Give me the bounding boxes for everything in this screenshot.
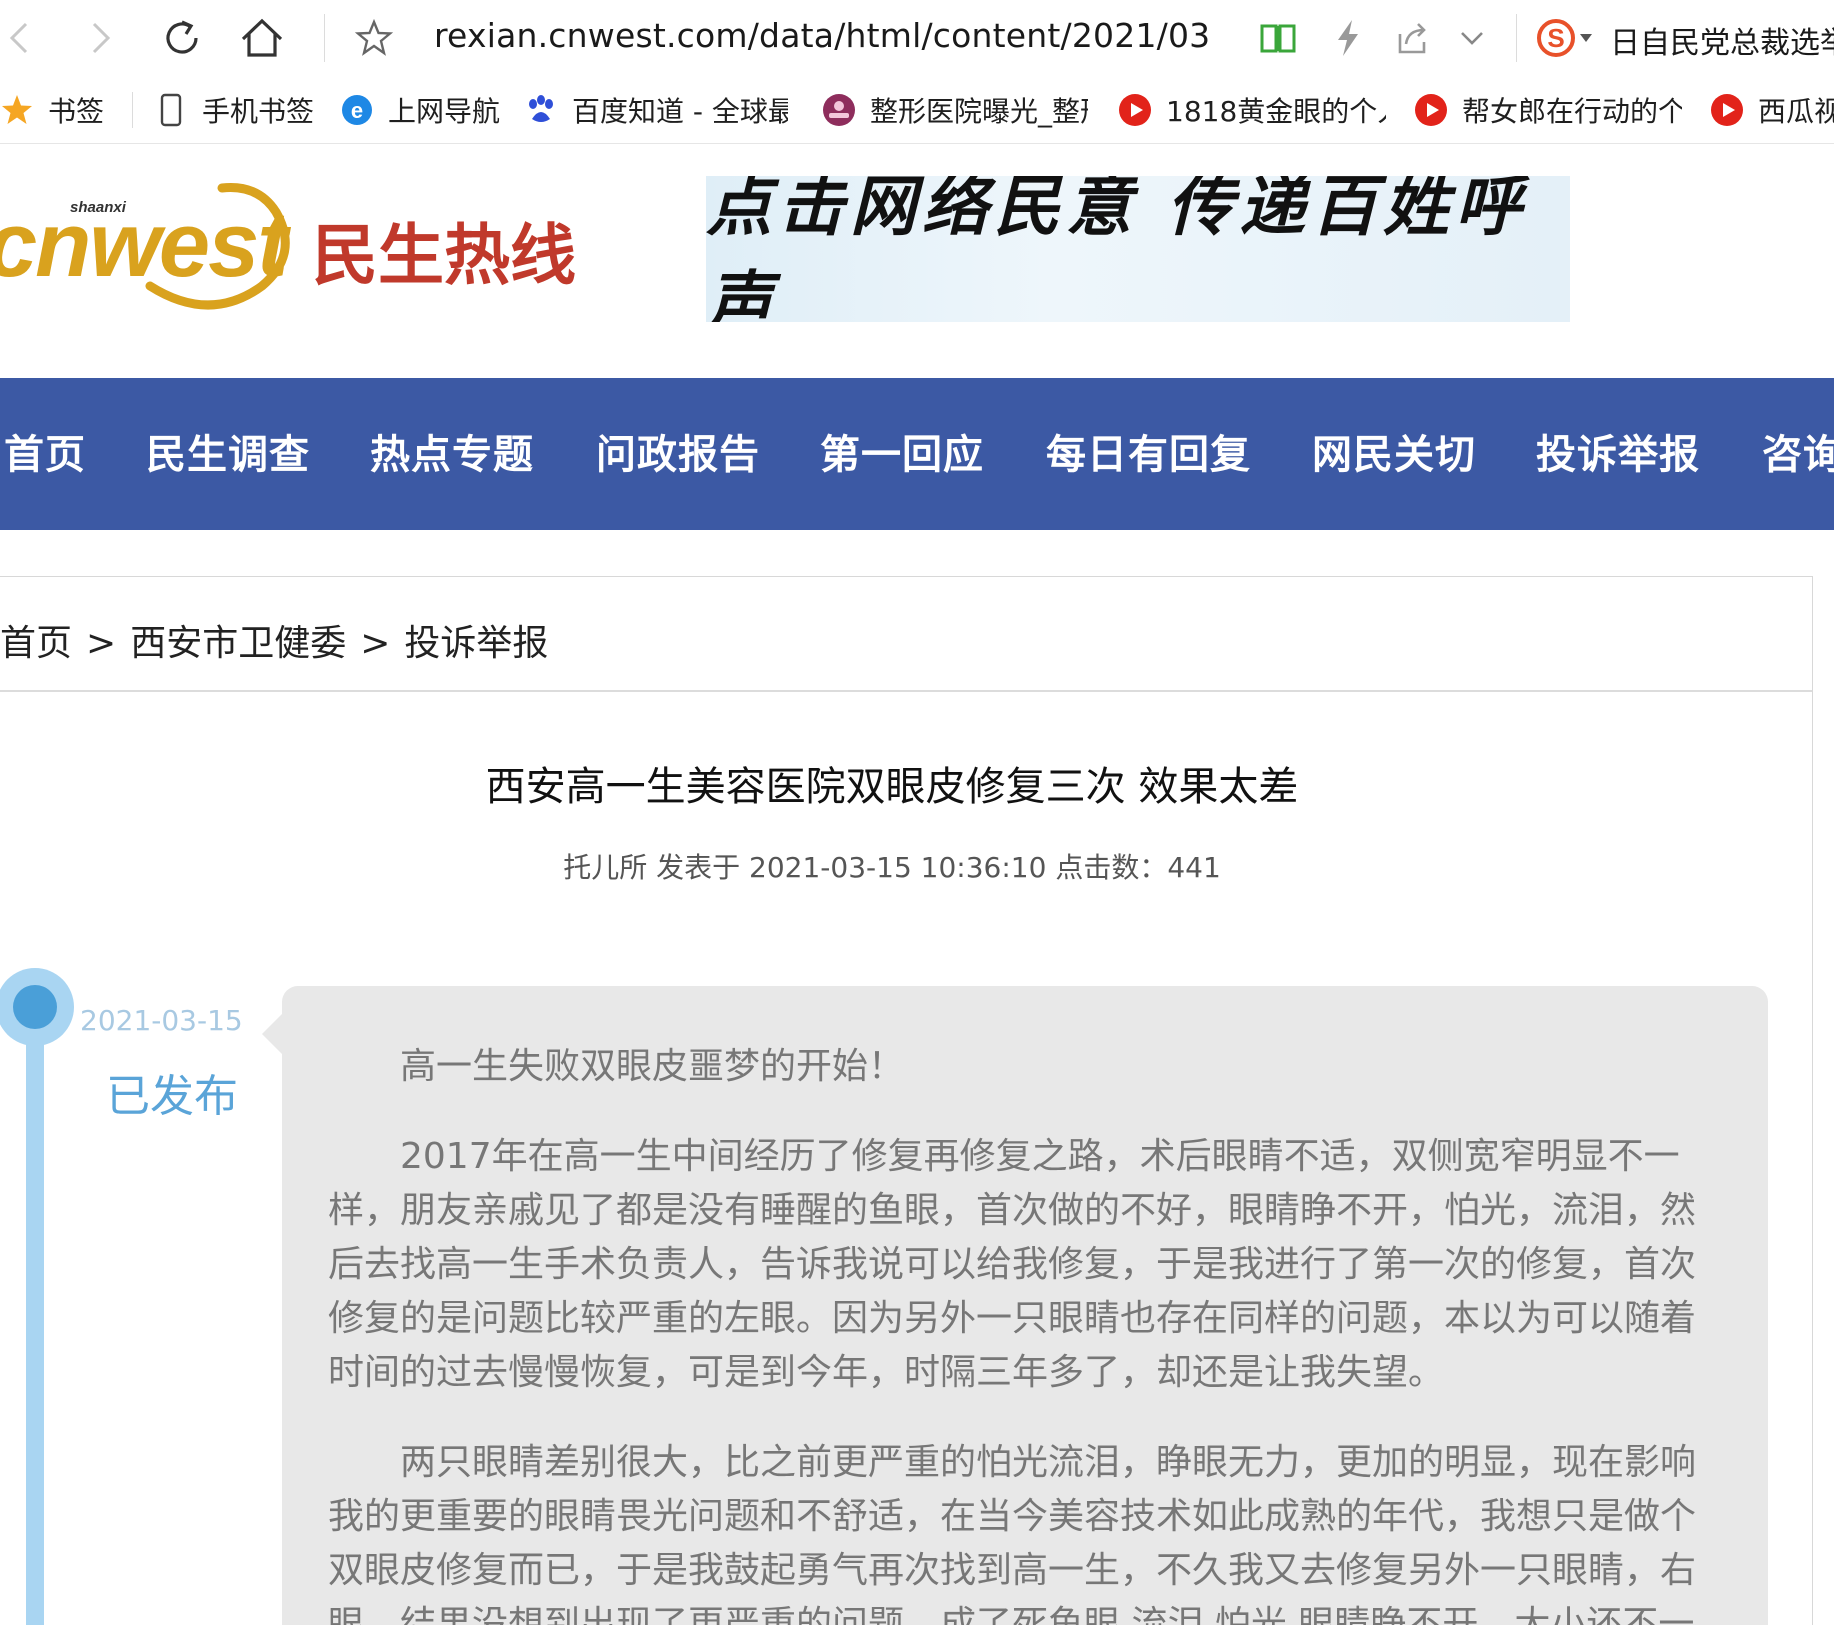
sogou-icon: S	[1537, 19, 1592, 57]
paragraph-1: 高一生失败双眼皮噩梦的开始！	[328, 1040, 1698, 1094]
text-line: 2017年在高一生中间经历了修复再修复之路，术后眼睛不适，双侧宽窄明显不一	[400, 1136, 1680, 1177]
svg-text:S: S	[1547, 23, 1564, 53]
bookmark-item[interactable]: 整形医院曝光_整形	[822, 90, 1088, 130]
timeline-line	[26, 1000, 44, 1625]
address-bar[interactable]: rexian.cnwest.com/data/html/content/2021…	[434, 16, 1210, 55]
breadcrumb-category[interactable]: 投诉举报	[404, 623, 548, 664]
bookmark-item[interactable]: e 上网导航	[340, 90, 500, 130]
baidu-paw-icon	[524, 93, 558, 127]
timeline-status: 已发布	[106, 1071, 238, 1122]
text-line: 样，朋友亲戚见了都是没有睡醒的鱼眼，首次做的不好，眼睛睁不开，怕光，流泪，然	[328, 1190, 1697, 1231]
site-header: shaanxi cnwest 民生热线 点击网络民意 传递百姓呼声	[0, 144, 1834, 378]
banner-slogan: 点击网络民意 传递百姓呼声	[706, 176, 1527, 322]
paragraph-3: 两只眼睛差别很大，比之前更严重的怕光流泪，睁眼无力，更加的明显，现在影响 我的更…	[328, 1436, 1698, 1625]
bookmark-item[interactable]: 帮女郎在行动的个	[1414, 90, 1682, 130]
browser-toolbar: rexian.cnwest.com/data/html/content/2021…	[0, 0, 1834, 76]
bookmark-item[interactable]: 百度知道 - 全球最	[524, 90, 788, 130]
bookmark-separator	[132, 92, 133, 128]
bookmark-item[interactable]: 1818黄金眼的个人	[1118, 90, 1386, 130]
divider	[0, 690, 1812, 692]
chevron-down-icon[interactable]	[1446, 12, 1498, 64]
breadcrumb-separator: >	[86, 623, 117, 664]
text-line: 双眼皮修复而已，于是我鼓起勇气再次找到高一生，不久我又去修复另外一只眼睛，右	[328, 1550, 1697, 1591]
nav-item-first-response[interactable]: 第一回应	[820, 422, 984, 480]
home-icon[interactable]	[236, 12, 288, 64]
nav-item-survey[interactable]: 民生调查	[146, 422, 310, 480]
nav-item-home[interactable]: 首页	[4, 422, 86, 480]
text-line: 眼，结果没想到出现了更严重的问题，成了死鱼眼 流泪 怕光 眼睛睁不开，大小还不一	[328, 1604, 1695, 1625]
post-content-bubble: 高一生失败双眼皮噩梦的开始！ 2017年在高一生中间经历了修复再修复之路，术后眼…	[282, 986, 1768, 1625]
text-line: 后去找高一生手术负责人，告诉我说可以给我修复，于是我进行了第一次的修复，首次	[328, 1244, 1697, 1285]
article-title: 西安高一生美容医院双眼皮修复三次 效果太差	[485, 764, 1299, 810]
search-box[interactable]: 日自民党总裁选举	[1610, 18, 1834, 62]
lightning-icon[interactable]	[1322, 12, 1374, 64]
reload-icon[interactable]	[156, 12, 208, 64]
search-engine-selector[interactable]: S	[1536, 14, 1600, 62]
timeline-dot-center	[13, 985, 57, 1029]
back-icon[interactable]	[0, 12, 46, 64]
breadcrumb: 首页 > 西安市卫健委 > 投诉举报	[0, 614, 548, 666]
toolbar-separator	[1516, 14, 1517, 62]
text-line: 我的更重要的眼睛畏光问题和不舒适，在当今美容技术如此成熟的年代，我想只是做个	[328, 1496, 1697, 1537]
bookmark-item[interactable]: 书签	[0, 90, 104, 130]
site-badge-icon	[822, 93, 856, 127]
toolbar-separator	[324, 14, 325, 62]
article-meta: 托儿所 发表于 2021-03-15 10:36:10 点击数：441	[563, 851, 1221, 884]
paragraph-2: 2017年在高一生中间经历了修复再修复之路，术后眼睛不适，双侧宽窄明显不一 样，…	[328, 1130, 1698, 1400]
nav-item-hot-topics[interactable]: 热点专题	[370, 422, 534, 480]
video-play-icon	[1710, 93, 1744, 127]
timeline-date: 2021-03-15	[80, 1004, 243, 1037]
nav-item-complaints[interactable]: 投诉举报	[1536, 422, 1700, 480]
video-play-icon	[1118, 93, 1152, 127]
header-banner[interactable]: 点击网络民意 传递百姓呼声	[706, 176, 1570, 322]
breadcrumb-home[interactable]: 首页	[0, 623, 72, 664]
nav-item-consult[interactable]: 咨询	[1762, 422, 1834, 480]
text-line: 时间的过去慢慢恢复，可是到今年，时隔三年多了，却还是让我失望。	[328, 1352, 1445, 1393]
logo-cn-text: 民生热线	[312, 217, 576, 294]
reader-mode-icon[interactable]	[1252, 12, 1304, 64]
video-play-icon	[1414, 93, 1448, 127]
site-logo[interactable]: shaanxi cnwest 民生热线	[0, 174, 600, 314]
phone-icon	[154, 93, 188, 127]
star-icon	[0, 93, 34, 127]
bubble-pointer	[262, 1012, 284, 1056]
bookmark-star-icon[interactable]	[348, 12, 400, 64]
svg-text:e: e	[351, 98, 363, 123]
bookmark-item[interactable]: 手机书签	[154, 90, 314, 130]
breadcrumb-department[interactable]: 西安市卫健委	[130, 623, 346, 664]
nav-item-daily-reply[interactable]: 每日有回复	[1046, 422, 1251, 480]
ie-icon: e	[340, 93, 374, 127]
text-line: 修复的是问题比较严重的左眼。因为另外一只眼睛也存在同样的问题，本以为可以随着	[328, 1298, 1697, 1339]
bookmark-item[interactable]: 西瓜视	[1710, 90, 1834, 130]
logo-main-text: cnwest	[0, 194, 291, 296]
bookmarks-bar: 书签 手机书签 e 上网导航 百度知道 - 全球最 整形医院曝光_整形 1818…	[0, 76, 1834, 144]
nav-item-reports[interactable]: 问政报告	[596, 422, 760, 480]
text-line: 高一生失败双眼皮噩梦的开始！	[400, 1046, 905, 1087]
breadcrumb-separator: >	[360, 623, 391, 664]
share-icon[interactable]	[1386, 12, 1438, 64]
forward-icon[interactable]	[74, 12, 126, 64]
nav-item-netizen-concerns[interactable]: 网民关切	[1312, 422, 1476, 480]
text-line: 两只眼睛差别很大，比之前更严重的怕光流泪，睁眼无力，更加的明显，现在影响	[400, 1442, 1697, 1483]
main-nav: 首页 民生调查 热点专题 问政报告 第一回应 每日有回复 网民关切 投诉举报 咨…	[0, 378, 1834, 530]
